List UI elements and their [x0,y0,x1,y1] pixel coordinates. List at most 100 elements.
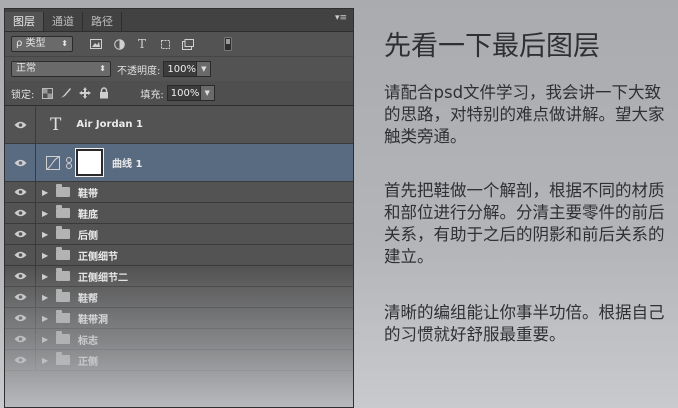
panel-tab-bar: 图层 通道 路径 ▾≡ [5,9,353,32]
eye-icon [14,356,26,364]
eye-icon [14,209,26,217]
article-heading: 先看一下最后图层 [384,31,600,62]
layer-row-group[interactable]: ▶ 正侧 [5,350,353,371]
filter-row: ρ 类型 ⬍ T [5,32,353,57]
layer-row-group[interactable]: ▶ 鞋带洞 [5,308,353,329]
opacity-label: 不透明度: [117,65,161,77]
lock-position-move-icon[interactable] [79,87,92,99]
lock-label: 锁定: [11,89,35,101]
folder-icon [56,205,70,218]
layer-row-group[interactable]: ▶ 鞋带 [5,182,353,203]
expand-arrow-icon[interactable]: ▶ [42,293,52,302]
opacity-input[interactable]: 100% [163,61,198,77]
layer-name: 鞋帮 [78,293,98,305]
filter-kind-label: ρ 类型 [16,38,46,49]
layer-row-adjustment-selected[interactable]: 曲线 1 [5,144,353,182]
layer-row-group[interactable]: ▶ 正侧细节二 [5,266,353,287]
visibility-toggle[interactable] [5,329,36,349]
visibility-toggle[interactable] [5,308,36,328]
layer-row-group[interactable]: ▶ 后侧 [5,224,353,245]
filter-toggle-icon[interactable] [221,37,235,51]
folder-icon [56,247,70,260]
layer-name: 正侧细节 [78,251,118,263]
fill-label: 填充: [140,89,164,101]
smart-object-filter-icon[interactable] [181,37,195,51]
fill-dropdown-icon[interactable]: ▼ [200,85,215,101]
eye-icon [14,314,26,322]
blend-mode-select[interactable]: 正常 ⬍ [11,61,111,77]
visibility-toggle[interactable] [5,287,36,307]
expand-arrow-icon[interactable]: ▶ [42,230,52,239]
eye-icon [14,188,26,196]
tab-paths[interactable]: 路径 [83,12,122,31]
layer-name: 标志 [78,335,98,347]
layer-name: 鞋带 [78,188,98,200]
layer-mask-thumbnail[interactable] [75,148,104,177]
visibility-toggle[interactable] [5,350,36,370]
article-paragraph: 清晰的编组能让你事半功倍。根据自己的习惯就好舒服最重要。 [384,303,665,344]
lock-image-brush-icon[interactable] [60,87,72,99]
layer-list: T Air Jordan 1 曲线 1 ▶ 鞋带 ▶ 鞋底 ▶ 后侧 ▶ 正侧细… [5,106,353,371]
blend-mode-value: 正常 [16,63,36,74]
visibility-toggle[interactable] [5,203,36,223]
layer-row-group[interactable]: ▶ 标志 [5,329,353,350]
lock-all-padlock-icon[interactable] [98,87,110,99]
folder-icon [56,289,70,302]
image-filter-icon[interactable] [89,37,103,51]
type-filter-icon[interactable]: T [135,37,149,51]
lock-transparent-icon[interactable] [41,87,53,99]
expand-arrow-icon[interactable]: ▶ [42,188,52,197]
layer-row-group[interactable]: ▶ 正侧细节 [5,245,353,266]
visibility-toggle[interactable] [5,144,36,181]
tab-layers[interactable]: 图层 [5,12,44,31]
folder-icon [56,310,70,323]
eye-icon [14,335,26,343]
eye-icon [14,121,26,128]
visibility-toggle[interactable] [5,224,36,244]
layer-name: Air Jordan 1 [76,119,143,130]
article-paragraph: 请配合psd文件学习，我会讲一下大致的思路，对特别的难点做讲解。望大家触类旁通。 [384,83,665,146]
eye-icon [14,272,26,280]
expand-arrow-icon[interactable]: ▶ [42,314,52,323]
layer-name: 正侧细节二 [78,272,128,284]
blend-mode-arrows-icon: ⬍ [99,64,106,73]
expand-arrow-icon[interactable]: ▶ [42,251,52,260]
visibility-toggle[interactable] [5,106,36,143]
opacity-dropdown-icon[interactable]: ▼ [197,61,212,77]
curves-adjustment-icon [46,155,60,170]
adjustment-filter-icon[interactable] [112,37,126,51]
article-paragraph: 首先把鞋做一个解剖，根据不同的材质和部位进行分解。分清主要零件的前后关系，有助于… [384,181,665,266]
layer-name: 正侧 [78,356,98,368]
lock-row: 锁定: 填充: 100% ▼ [5,81,353,106]
layers-panel: 图层 通道 路径 ▾≡ ρ 类型 ⬍ T 正常 ⬍ 不透明度: 100% ▼ 锁… [4,8,354,408]
text-layer-icon: T [50,114,62,135]
expand-arrow-icon[interactable]: ▶ [42,335,52,344]
visibility-toggle[interactable] [5,245,36,265]
folder-icon [56,184,70,197]
folder-icon [56,268,70,281]
visibility-toggle[interactable] [5,182,36,202]
layer-name: 鞋底 [78,209,98,221]
layer-mask-link-icon[interactable] [66,156,72,169]
folder-icon [56,352,70,365]
eye-icon [14,251,26,259]
eye-icon [14,293,26,301]
expand-arrow-icon[interactable]: ▶ [42,356,52,365]
layer-name: 曲线 1 [112,159,143,170]
layer-row-group[interactable]: ▶ 鞋底 [5,203,353,224]
tab-channels[interactable]: 通道 [44,12,83,31]
fill-input[interactable]: 100% [166,85,201,101]
folder-icon [56,331,70,344]
eye-icon [14,159,26,166]
layer-name: 后侧 [78,230,98,242]
layer-row-group[interactable]: ▶ 鞋帮 [5,287,353,308]
blend-row: 正常 ⬍ 不透明度: 100% ▼ [5,57,353,81]
panel-menu-icon[interactable]: ▾≡ [335,13,347,23]
visibility-toggle[interactable] [5,266,36,286]
filter-kind-select[interactable]: ρ 类型 ⬍ [11,36,73,52]
expand-arrow-icon[interactable]: ▶ [42,209,52,218]
layer-row-text[interactable]: T Air Jordan 1 [5,106,353,144]
expand-arrow-icon[interactable]: ▶ [42,272,52,281]
layer-name: 鞋带洞 [78,314,108,326]
shape-filter-icon[interactable] [158,37,172,51]
